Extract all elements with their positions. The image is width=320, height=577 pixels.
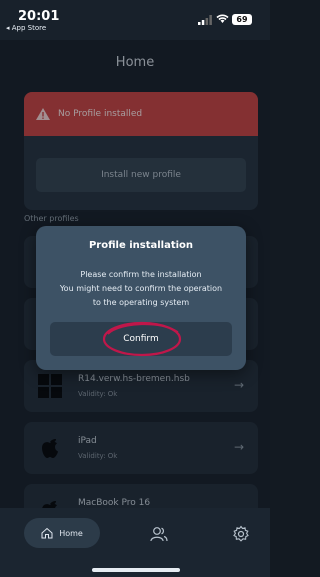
battery-icon: 69 bbox=[232, 14, 252, 25]
users-icon[interactable] bbox=[150, 525, 168, 543]
red-circle-annotation bbox=[102, 321, 182, 357]
app-screen: 20:01 ◂ App Store 69 Home No Profile ins… bbox=[0, 0, 270, 577]
dialog-title: Profile installation bbox=[88, 240, 194, 251]
status-time: 20:01 bbox=[18, 9, 60, 24]
back-to-app-store-link[interactable]: ◂ App Store bbox=[6, 24, 46, 32]
bottom-navigation: Home bbox=[0, 508, 270, 577]
home-indicator[interactable] bbox=[92, 568, 180, 572]
wifi-icon bbox=[216, 14, 229, 23]
cellular-signal-icon bbox=[198, 15, 212, 25]
profile-installation-dialog: Profile installation Please confirm the … bbox=[36, 226, 246, 370]
home-icon bbox=[41, 527, 53, 539]
dialog-message-line: to the operating system bbox=[92, 298, 190, 307]
gear-icon[interactable] bbox=[232, 525, 250, 543]
nav-home-tab[interactable]: Home bbox=[24, 518, 100, 548]
dialog-message-line: Please confirm the installation bbox=[80, 270, 202, 279]
dialog-message-line: You might need to confirm the operation bbox=[59, 284, 223, 293]
status-bar: 20:01 ◂ App Store 69 bbox=[0, 0, 270, 40]
nav-home-label: Home bbox=[59, 528, 83, 538]
